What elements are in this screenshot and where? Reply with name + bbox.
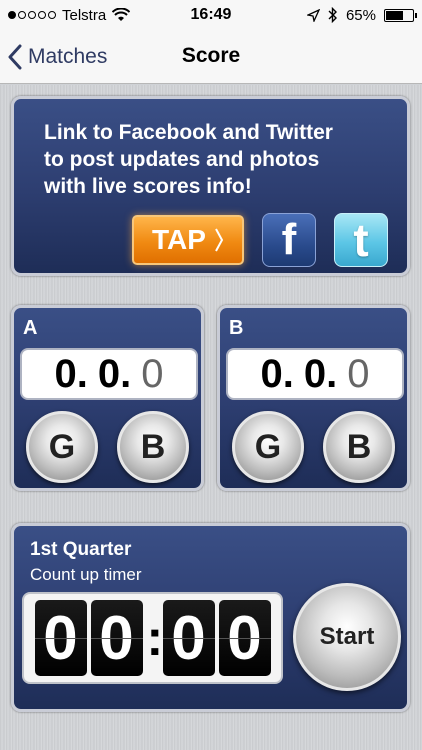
- team-b-behinds: 0.: [303, 351, 338, 396]
- social-promo-panel: Link to Facebook and Twitter to post upd…: [11, 96, 410, 276]
- status-right: 65%: [264, 6, 417, 24]
- team-a-name: A: [23, 317, 38, 339]
- team-a-score: 0. 0. 0: [20, 348, 198, 400]
- page-title: Score: [181, 44, 241, 67]
- team-a-total: 0: [141, 351, 164, 396]
- timer-separator: :: [146, 610, 164, 666]
- status-left: Telstra: [8, 7, 158, 24]
- facebook-icon: f: [281, 215, 297, 264]
- team-a-goals: 0.: [54, 351, 88, 396]
- wifi-icon: [112, 8, 131, 21]
- status-time: 16:49: [190, 6, 232, 23]
- twitter-button[interactable]: t: [334, 213, 388, 267]
- team-b-score: 0. 0. 0: [226, 348, 404, 400]
- carrier-label: Telstra: [62, 6, 107, 24]
- battery-fill: [386, 10, 403, 20]
- twitter-icon: t: [353, 214, 369, 266]
- team-b-name: B: [229, 317, 244, 339]
- timer-panel: 1st Quarter Count up timer 0 0 : 0 0 Sta…: [11, 523, 410, 712]
- facebook-button[interactable]: f: [262, 213, 316, 267]
- battery-icon: [384, 8, 417, 22]
- tap-button[interactable]: TAP: [132, 215, 244, 265]
- navigation-bar: Matches Score: [0, 30, 422, 84]
- promo-line-2: to post updates and photos: [44, 148, 320, 171]
- battery-percent: 65%: [345, 6, 376, 24]
- promo-text: Link to Facebook and Twitter to post upd…: [44, 119, 394, 200]
- team-b-behind-button[interactable]: B: [323, 411, 395, 483]
- team-b-goal-button[interactable]: G: [232, 411, 304, 483]
- chevron-right-icon: [215, 228, 224, 252]
- timer-display: 0 0 : 0 0: [22, 592, 283, 684]
- team-b-goals: 0.: [260, 351, 294, 396]
- promo-line-1: Link to Facebook and Twitter: [44, 121, 333, 144]
- team-a-behinds: 0.: [97, 351, 132, 396]
- timer-digit: 0: [90, 600, 143, 676]
- location-arrow-icon: [306, 8, 320, 22]
- team-a-goal-button[interactable]: G: [26, 411, 98, 483]
- team-a-behind-button[interactable]: B: [117, 411, 189, 483]
- timer-digit: 0: [218, 600, 271, 676]
- timer-digit: 0: [162, 600, 215, 676]
- tap-button-label: TAP: [152, 224, 206, 255]
- status-bar: Telstra 16:49 65%: [0, 0, 422, 30]
- signal-strength-icon: [8, 11, 56, 19]
- promo-line-3: with live scores info!: [44, 175, 252, 198]
- timer-mode-label: Count up timer: [30, 565, 142, 584]
- quarter-label: 1st Quarter: [30, 539, 132, 560]
- start-button[interactable]: Start: [293, 583, 401, 691]
- bluetooth-icon: [328, 7, 337, 23]
- timer-digit: 0: [34, 600, 87, 676]
- team-b-total: 0: [347, 351, 370, 396]
- team-b-panel: B 0. 0. 0 G B: [217, 305, 410, 491]
- team-a-panel: A 0. 0. 0 G B: [11, 305, 204, 491]
